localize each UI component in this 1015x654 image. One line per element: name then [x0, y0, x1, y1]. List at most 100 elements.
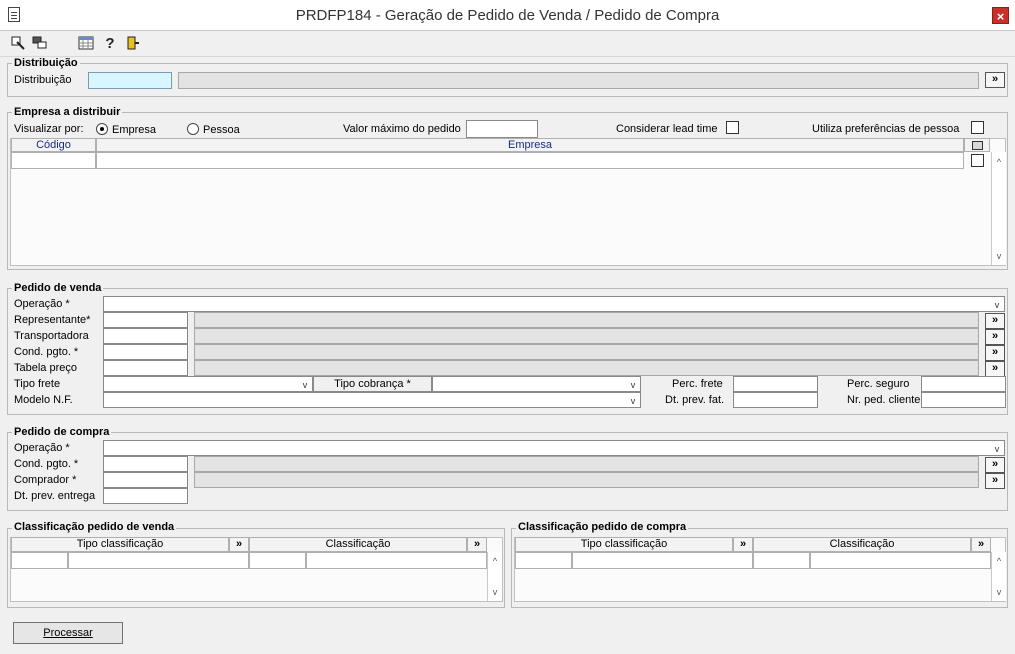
grid-header-empresa[interactable]: Empresa	[96, 138, 964, 152]
scroll-down-icon[interactable]: v	[488, 585, 502, 599]
tipo-cobranca-select[interactable]	[432, 376, 641, 392]
perc-seguro-input[interactable]	[921, 376, 1006, 392]
toolbar	[0, 31, 1015, 57]
close-button[interactable]: ×	[992, 7, 1009, 24]
class-compra-cell-class-code[interactable]	[753, 552, 810, 569]
grid-cell-empresa[interactable]	[96, 152, 964, 169]
class-venda-group-title: Classificação pedido de venda	[12, 521, 177, 533]
chevron-down-icon[interactable]: v	[991, 298, 1003, 312]
class-compra-cell-tipo-code[interactable]	[515, 552, 572, 569]
scroll-up-icon[interactable]: ^	[992, 155, 1006, 169]
distribuicao-group-title: Distribuição	[12, 57, 80, 69]
distribuicao-code-input[interactable]	[88, 72, 172, 89]
class-compra-tipo-lookup-button[interactable]: »	[733, 537, 753, 552]
radio-pessoa[interactable]	[187, 123, 199, 135]
grid-header-codigo[interactable]: Código	[11, 138, 96, 152]
dt-prev-entrega-input[interactable]	[103, 488, 188, 504]
distribuicao-description-field	[178, 72, 979, 89]
preferencias-label: Utiliza preferências de pessoa	[812, 123, 960, 135]
scroll-up-icon[interactable]: ^	[488, 554, 502, 568]
visualizar-label: Visualizar por:	[14, 123, 84, 135]
class-venda-header-classificacao[interactable]: Classificação	[249, 537, 467, 552]
class-compra-group-title: Classificação pedido de compra	[516, 521, 689, 533]
class-compra-cell-tipo-desc[interactable]	[572, 552, 753, 569]
venda-cond-pgto-input[interactable]	[103, 344, 188, 360]
scroll-down-icon[interactable]: v	[992, 249, 1006, 263]
venda-operacao-label: Operação *	[14, 298, 70, 310]
transportadora-label: Transportadora	[14, 330, 89, 342]
representante-lookup-button[interactable]: »	[985, 313, 1005, 329]
class-venda-tipo-lookup-button[interactable]: »	[229, 537, 249, 552]
class-venda-cell-tipo-desc[interactable]	[68, 552, 249, 569]
tabela-preco-input[interactable]	[103, 360, 188, 376]
tabela-preco-description	[194, 360, 979, 376]
radio-empresa[interactable]	[96, 123, 108, 135]
modelo-nf-select[interactable]	[103, 392, 641, 408]
scroll-down-icon[interactable]: v	[992, 585, 1006, 599]
transportadora-lookup-button[interactable]: »	[985, 329, 1005, 345]
class-venda-cell-class-code[interactable]	[249, 552, 306, 569]
distribuicao-lookup-button[interactable]: »	[985, 72, 1005, 88]
transportadora-input[interactable]	[103, 328, 188, 344]
modelo-nf-label: Modelo N.F.	[14, 394, 73, 406]
class-venda-cell-class-desc[interactable]	[306, 552, 487, 569]
processar-button[interactable]: Processar	[13, 622, 123, 644]
comprador-label: Comprador *	[14, 474, 77, 486]
scroll-up-icon[interactable]: ^	[992, 554, 1006, 568]
preferencias-checkbox[interactable]	[971, 121, 984, 134]
chevron-down-icon[interactable]: v	[991, 442, 1003, 456]
compra-cond-pgto-lookup-button[interactable]: »	[985, 457, 1005, 473]
valor-maximo-label: Valor máximo do pedido	[343, 123, 461, 135]
lead-time-checkbox[interactable]	[726, 121, 739, 134]
distribuicao-label: Distribuição	[14, 74, 72, 86]
comprador-lookup-button[interactable]: »	[985, 473, 1005, 489]
multi-window-icon[interactable]	[32, 36, 48, 52]
class-compra-header-classificacao[interactable]: Classificação	[753, 537, 971, 552]
tabela-preco-lookup-button[interactable]: »	[985, 361, 1005, 377]
tabela-preco-label: Tabela preço	[14, 362, 77, 374]
empresa-group-title: Empresa a distribuir	[12, 106, 123, 118]
comprador-input[interactable]	[103, 472, 188, 488]
radio-pessoa-label[interactable]: Pessoa	[203, 124, 240, 136]
dt-prev-fat-input[interactable]	[733, 392, 818, 408]
exit-icon[interactable]	[125, 36, 141, 52]
representante-label: Representante*	[14, 314, 91, 326]
grid-icon[interactable]	[78, 36, 94, 52]
chevron-down-icon[interactable]: v	[627, 378, 639, 392]
chevron-down-icon[interactable]: v	[627, 394, 639, 408]
compra-cond-pgto-description	[194, 456, 979, 472]
radio-empresa-label[interactable]: Empresa	[112, 124, 156, 136]
perc-frete-input[interactable]	[733, 376, 818, 392]
pedido-venda-group-title: Pedido de venda	[12, 282, 104, 294]
compra-cond-pgto-input[interactable]	[103, 456, 188, 472]
navigate-icon[interactable]	[10, 36, 26, 52]
venda-cond-pgto-description	[194, 344, 979, 360]
tipo-cobranca-label: Tipo cobrança *	[313, 376, 432, 392]
venda-operacao-select[interactable]	[103, 296, 1005, 312]
grid-cell-codigo[interactable]	[11, 152, 96, 169]
nr-ped-cliente-input[interactable]	[921, 392, 1006, 408]
class-venda-header-tipo[interactable]: Tipo classificação	[11, 537, 229, 552]
compra-operacao-select[interactable]	[103, 440, 1005, 456]
representante-description	[194, 312, 979, 328]
grid-header-select[interactable]	[964, 138, 990, 152]
help-icon[interactable]: ?	[102, 36, 118, 52]
class-compra-class-lookup-button[interactable]: »	[971, 537, 991, 552]
class-compra-cell-class-desc[interactable]	[810, 552, 991, 569]
class-venda-class-lookup-button[interactable]: »	[467, 537, 487, 552]
perc-frete-label: Perc. frete	[672, 378, 723, 390]
compra-cond-pgto-label: Cond. pgto. *	[14, 458, 79, 470]
class-compra-header-tipo[interactable]: Tipo classificação	[515, 537, 733, 552]
chevron-down-icon[interactable]: v	[299, 378, 311, 392]
representante-input[interactable]	[103, 312, 188, 328]
transportadora-description	[194, 328, 979, 344]
tipo-frete-select[interactable]	[103, 376, 313, 392]
nr-ped-cliente-label: Nr. ped. cliente	[847, 394, 921, 406]
compra-operacao-label: Operação *	[14, 442, 70, 454]
grid-row-checkbox[interactable]	[971, 154, 984, 167]
venda-cond-pgto-lookup-button[interactable]: »	[985, 345, 1005, 361]
valor-maximo-input[interactable]	[466, 120, 538, 138]
perc-seguro-label: Perc. seguro	[847, 378, 910, 390]
dt-prev-entrega-label: Dt. prev. entrega	[14, 490, 96, 502]
class-venda-cell-tipo-code[interactable]	[11, 552, 68, 569]
